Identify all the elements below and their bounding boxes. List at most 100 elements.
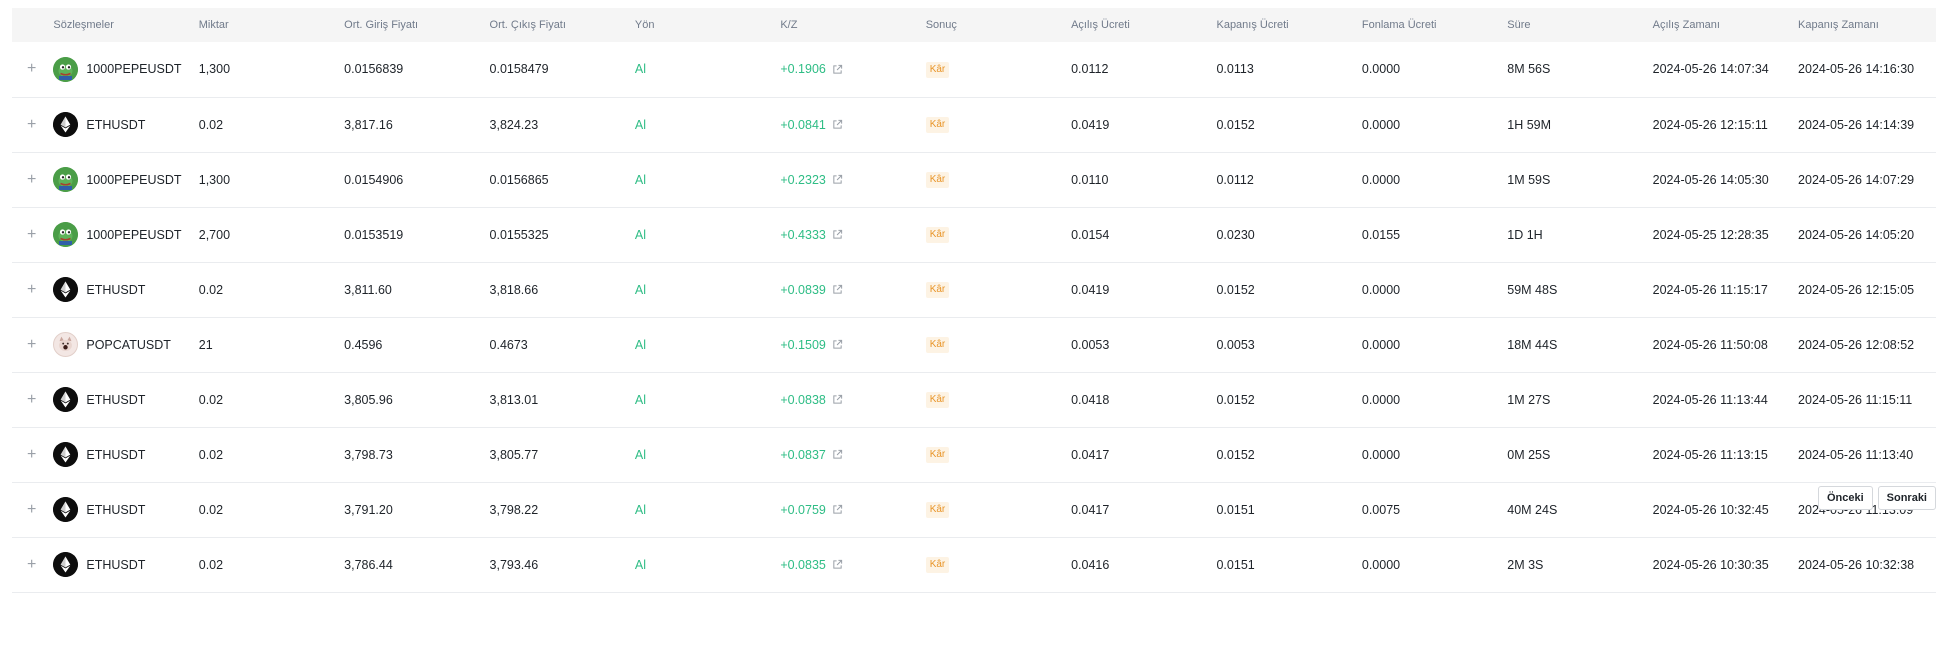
external-link-icon[interactable] (832, 174, 843, 185)
expand-row-button[interactable]: + (27, 501, 36, 518)
expand-row-button[interactable]: + (27, 336, 36, 353)
expand-cell: + (12, 372, 53, 427)
symbol-label: POPCATUSDT (86, 337, 171, 352)
external-link-icon[interactable] (832, 559, 843, 570)
entry-price-cell: 3,811.60 (344, 282, 392, 297)
contract-cell: ETHUSDT (53, 97, 198, 152)
duration-cell: 2M 3S (1507, 557, 1544, 572)
amount-cell: 0.02 (198, 557, 224, 572)
exit-price-cell: 3,793.46 (489, 557, 539, 572)
result-badge: Kâr (925, 557, 950, 573)
pnl-cell: +0.2323 (780, 152, 925, 207)
symbol-group: ETHUSDT (53, 387, 198, 412)
eth-icon (53, 497, 79, 522)
close-fee-cell: 0.0112 (1216, 172, 1254, 187)
pnl-cell: +0.1509 (780, 317, 925, 372)
table-header-row: Sözleşmeler Miktar Ort. Giriş Fiyatı Ort… (12, 8, 1936, 42)
symbol-group: ETHUSDT (53, 112, 198, 137)
table-body: +1000PEPEUSDT 1,300 0.0156839 0.0158479 Al +0… (12, 42, 1936, 592)
entry-price-cell: 3,817.16 (344, 117, 393, 132)
amount-cell: 2,700 (198, 227, 231, 242)
exit-price-cell: 0.0155325 (489, 227, 549, 242)
funding-fee-cell: 0.0000 (1361, 117, 1401, 132)
header-open-fee: Açılış Ücreti (1071, 19, 1130, 31)
close-time-cell: 2024-05-26 11:13:40 (1798, 447, 1914, 462)
expand-row-button[interactable]: + (27, 61, 36, 77)
exit-price-cell: 0.0158479 (489, 62, 549, 77)
external-link-icon[interactable] (832, 119, 843, 130)
symbol-group: ETHUSDT (53, 277, 198, 302)
pnl-cell: +0.0838 (780, 372, 925, 427)
previous-page-button[interactable]: Önceki (1817, 486, 1873, 510)
entry-price-cell: 3,786.44 (344, 557, 393, 572)
pnl-group: +0.0841 (780, 118, 843, 132)
funding-fee-cell: 0.0000 (1361, 337, 1401, 352)
result-badge: Kâr (925, 392, 950, 408)
expand-row-button[interactable]: + (27, 171, 36, 188)
pepe-icon (53, 167, 79, 192)
symbol-group: 1000PEPEUSDT (53, 56, 198, 82)
expand-row-button[interactable]: + (27, 281, 36, 298)
close-fee-cell: 0.0230 (1216, 227, 1255, 242)
funding-fee-cell: 0.0000 (1361, 447, 1401, 462)
trade-history-table: Sözleşmeler Miktar Ort. Giriş Fiyatı Ort… (12, 8, 1936, 593)
close-fee-cell: 0.0152 (1216, 447, 1255, 462)
external-link-icon[interactable] (832, 229, 843, 240)
entry-price-cell: 0.0153519 (344, 227, 404, 242)
duration-cell: 1M 59S (1507, 172, 1551, 187)
contract-cell: ETHUSDT (53, 482, 198, 537)
popcat-icon (53, 332, 79, 357)
side-cell: Al (634, 117, 647, 132)
symbol-label: 1000PEPEUSDT (86, 227, 182, 242)
close-time-cell: 2024-05-26 14:07:29 (1798, 172, 1915, 187)
open-time-cell: 2024-05-26 10:30:35 (1652, 557, 1769, 572)
symbol-group: ETHUSDT (53, 442, 198, 467)
close-fee-cell: 0.0152 (1216, 117, 1255, 132)
header-close-fee: Kapanış Ücreti (1216, 19, 1289, 31)
duration-cell: 59M 48S (1507, 282, 1558, 297)
expand-cell: + (12, 262, 53, 317)
table-header: Sözleşmeler Miktar Ort. Giriş Fiyatı Ort… (12, 8, 1936, 42)
external-link-icon[interactable] (832, 394, 843, 405)
entry-price-cell: 3,798.73 (344, 447, 393, 462)
exit-price-cell: 3,813.01 (489, 392, 539, 407)
expand-row-button[interactable]: + (27, 446, 36, 463)
pnl-value: +0.4333 (780, 227, 826, 242)
close-time-cell: 2024-05-26 12:15:05 (1798, 282, 1915, 297)
funding-fee-cell: 0.0000 (1361, 282, 1401, 297)
pnl-value: +0.1906 (780, 62, 826, 77)
close-fee-cell: 0.0151 (1216, 557, 1255, 572)
open-fee-cell: 0.0417 (1071, 502, 1110, 517)
pnl-value: +0.2323 (780, 172, 826, 187)
close-fee-cell: 0.0152 (1216, 282, 1255, 297)
next-page-button[interactable]: Sonraki (1877, 486, 1936, 510)
external-link-icon[interactable] (832, 284, 843, 295)
expand-row-button[interactable]: + (27, 116, 36, 133)
pnl-value: +0.0759 (780, 502, 826, 517)
pnl-cell: +0.0839 (780, 262, 925, 317)
exit-price-cell: 0.0156865 (489, 172, 549, 187)
side-cell: Al (634, 282, 647, 297)
expand-row-button[interactable]: + (27, 391, 36, 408)
external-link-icon[interactable] (832, 449, 843, 460)
pnl-value: +0.0841 (780, 117, 826, 132)
external-link-icon[interactable] (832, 504, 843, 515)
pnl-cell: +0.0835 (780, 537, 925, 592)
close-time-cell: 2024-05-26 14:14:39 (1798, 117, 1915, 132)
symbol-group: ETHUSDT (53, 552, 198, 577)
header-entry-price: Ort. Giriş Fiyatı (344, 19, 419, 31)
external-link-icon[interactable] (832, 339, 843, 350)
external-link-icon[interactable] (832, 64, 843, 75)
amount-cell: 0.02 (198, 447, 224, 462)
expand-row-button[interactable]: + (27, 556, 36, 573)
pnl-cell: +0.0837 (780, 427, 925, 482)
open-time-cell: 2024-05-26 11:15:17 (1652, 282, 1768, 297)
table-row: + ETHUSDT 0.02 3,805.96 3,813.01 Al +0.0838 Kâr… (12, 372, 1936, 427)
expand-row-button[interactable]: + (27, 226, 36, 243)
eth-icon (53, 112, 79, 137)
result-cell: Kâr (925, 97, 1071, 152)
duration-cell: 40M 24S (1507, 502, 1558, 517)
pnl-value: +0.0838 (780, 392, 826, 407)
header-funding-fee: Fonlama Ücreti (1361, 19, 1437, 31)
exit-price-cell: 3,798.22 (489, 502, 539, 517)
